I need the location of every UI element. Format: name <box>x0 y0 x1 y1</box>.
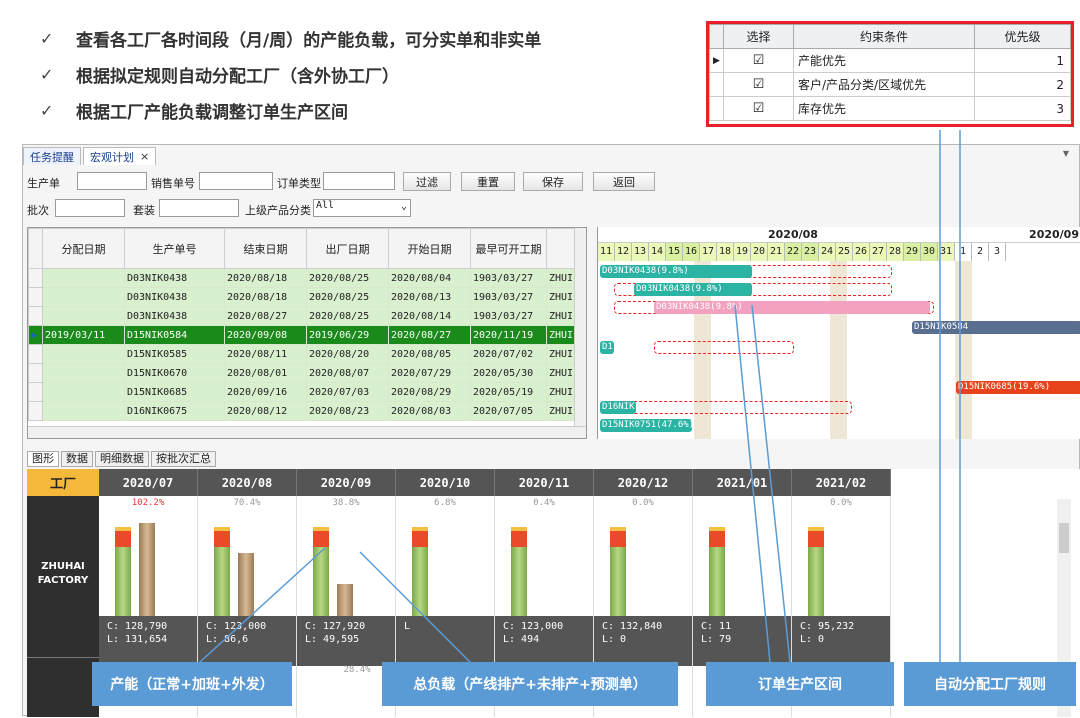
callout-connectors <box>199 130 961 663</box>
